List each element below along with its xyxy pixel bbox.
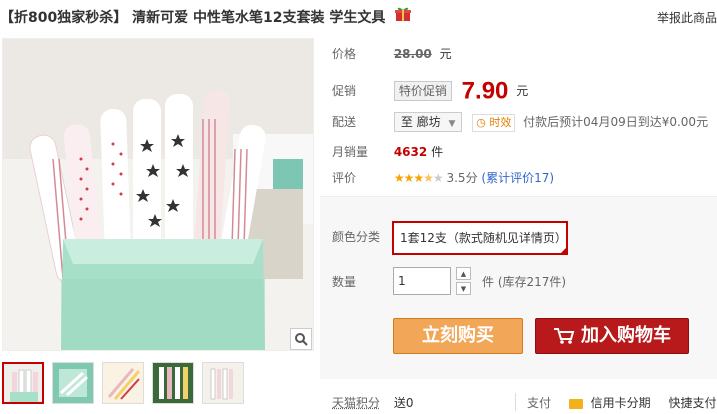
monthly-sales-row: 月销量 4632 件 — [332, 142, 443, 162]
thumbnail-2[interactable] — [52, 362, 94, 404]
thumbnail-4[interactable] — [152, 362, 194, 404]
clock-icon: ◷ — [476, 116, 486, 129]
rating-score: 3.5分 — [446, 171, 478, 185]
star-icon: ★ — [423, 171, 434, 185]
original-price-row: 价格 28.00 元 — [332, 44, 452, 64]
star-icon: ★ — [403, 171, 415, 185]
quantity-decrease-button[interactable]: ▼ — [456, 282, 471, 295]
express-pay[interactable]: 快捷支付 — [669, 396, 717, 410]
stock-count: (库存217件) — [497, 275, 567, 289]
chevron-up-icon: ▲ — [460, 269, 467, 278]
thumbnail-3[interactable] — [102, 362, 144, 404]
report-link[interactable]: 举报此商品 — [647, 8, 717, 28]
add-to-cart-label: 加入购物车 — [581, 325, 671, 346]
gift-icon — [394, 6, 412, 30]
chevron-down-icon: ▼ — [460, 284, 467, 293]
promo-tag: 特价促销 — [393, 81, 452, 101]
selected-check-icon — [559, 246, 568, 255]
thumbnail-5[interactable] — [202, 362, 244, 404]
monthly-sales-count: 4632 — [393, 145, 428, 159]
payment-info: 支付 信用卡分期 快捷支付 — [527, 393, 717, 413]
buy-now-button[interactable]: 立刻购买 — [393, 318, 523, 354]
credit-installment[interactable]: 信用卡分期 — [591, 396, 651, 410]
points-value: 送0 — [393, 396, 414, 410]
chevron-down-icon: ▼ — [448, 119, 456, 129]
price-label: 价格 — [332, 47, 357, 61]
shipping-destination-select[interactable]: 至 廊坊 ▼ — [393, 112, 463, 132]
credit-card-icon — [568, 398, 583, 409]
delivery-time-badge: ◷ 时效 — [472, 114, 516, 132]
color-label: 颜色分类 — [332, 230, 381, 244]
stock-info: 件 (库存217件) — [482, 273, 566, 290]
rating-label: 评价 — [332, 171, 357, 185]
rating-stars-icon: ★★★★★ — [393, 171, 444, 185]
color-option-text: 1套12支（款式随机见详情页） — [400, 231, 567, 245]
product-title-text: 【折800独家秒杀】 清新可爱 中性笔水笔12支套装 学生文具 — [0, 10, 386, 26]
promo-price: 7.90 — [461, 77, 509, 105]
star-icon: ★ — [393, 171, 405, 185]
quantity-label: 数量 — [332, 275, 357, 289]
rating-row: 评价 ★★★★★ 3.5分 (累计评价17) — [332, 168, 554, 188]
cart-icon — [554, 328, 575, 344]
shipping-row: 配送 至 廊坊 ▼ ◷ 时效 付款后预计04月09日到达¥0.00元 — [332, 112, 708, 132]
promo-price-row: 促销 特价促销 7.90 元 — [332, 78, 528, 104]
promo-label: 促销 — [332, 84, 357, 98]
color-option-selected[interactable]: 1套12支（款式随机见详情页） — [392, 221, 568, 255]
star-icon: ★ — [432, 171, 444, 185]
original-price-currency: 元 — [439, 47, 452, 61]
review-count-link[interactable]: (累计评价17) — [481, 171, 554, 185]
delivery-time-badge-text: 时效 — [489, 116, 512, 129]
add-to-cart-button[interactable]: 加入购物车 — [535, 318, 689, 354]
quantity-unit: 件 — [482, 275, 495, 289]
payment-label: 支付 — [527, 396, 552, 410]
points-label[interactable]: 天猫积分 — [332, 396, 380, 410]
quantity-increase-button[interactable]: ▲ — [456, 267, 471, 280]
product-main-image[interactable] — [2, 38, 314, 351]
monthly-sales-unit: 件 — [431, 145, 444, 159]
delivery-estimate: 付款后预计04月09日到达¥0.00元 — [523, 115, 709, 129]
points-info: 天猫积分 送0 — [332, 393, 413, 413]
shipping-label: 配送 — [332, 115, 357, 129]
thumbnail-strip — [2, 362, 262, 408]
zoom-icon[interactable] — [290, 328, 312, 350]
star-icon: ★ — [413, 171, 424, 185]
quantity-input[interactable]: 1 — [393, 267, 451, 295]
color-row: 颜色分类 — [332, 227, 390, 247]
quantity-row: 数量 — [332, 272, 390, 292]
product-title: 【折800独家秒杀】 清新可爱 中性笔水笔12支套装 学生文具 — [0, 6, 640, 30]
thumbnail-1[interactable] — [2, 362, 44, 404]
promo-currency: 元 — [516, 84, 529, 98]
original-price: 28.00 — [393, 47, 432, 61]
shipping-destination: 至 廊坊 — [400, 115, 441, 129]
monthly-sales-label: 月销量 — [332, 145, 369, 159]
divider — [515, 393, 516, 411]
